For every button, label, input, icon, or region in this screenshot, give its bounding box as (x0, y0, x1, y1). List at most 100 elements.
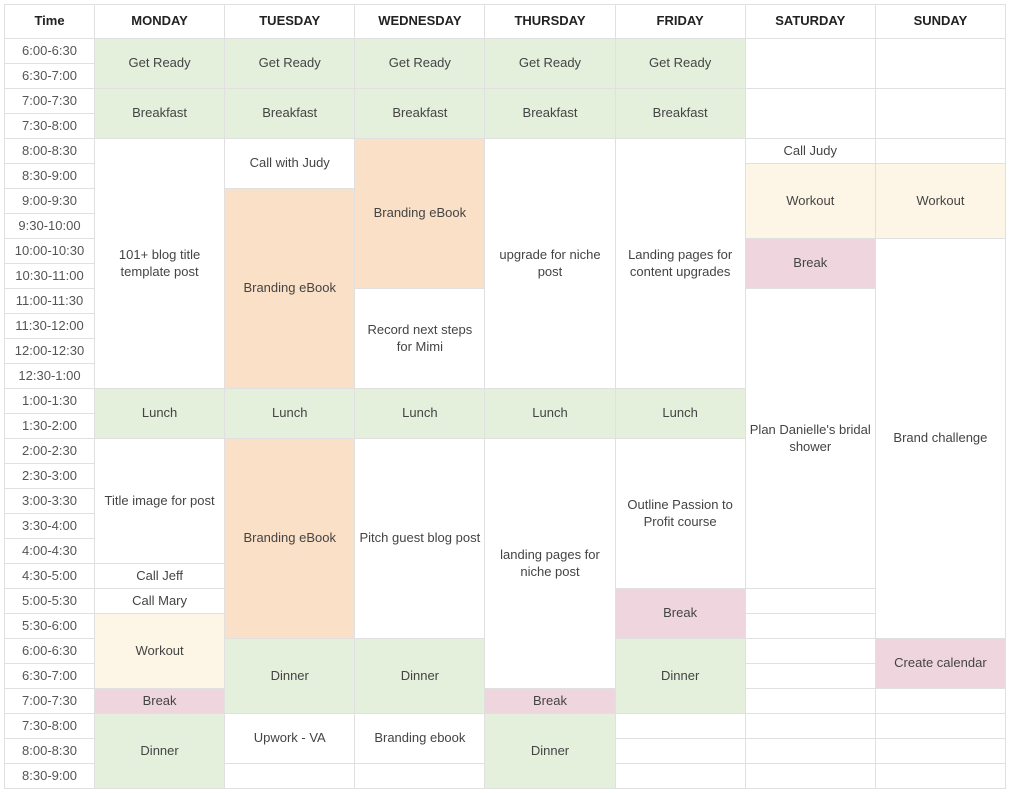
schedule-block: Branding ebook (355, 714, 485, 764)
schedule-block: Workout (95, 614, 225, 689)
schedule-block: Pitch guest blog post (355, 439, 485, 639)
schedule-block: Title image for post (95, 439, 225, 564)
schedule-block (746, 764, 876, 789)
schedule-block: Workout (876, 164, 1006, 239)
schedule-block: Breakfast (225, 89, 355, 139)
schedule-block (616, 739, 746, 764)
schedule-block: Create calendar (876, 639, 1006, 689)
time-slot: 11:00-11:30 (5, 289, 95, 314)
schedule-block: Lunch (485, 389, 615, 439)
schedule-block (876, 689, 1006, 714)
weekly-schedule-grid: TimeMONDAYTUESDAYWEDNESDAYTHURSDAYFRIDAY… (4, 4, 1006, 789)
time-slot: 5:00-5:30 (5, 589, 95, 614)
time-slot: 7:00-7:30 (5, 689, 95, 714)
schedule-block: Breakfast (616, 89, 746, 139)
schedule-block (746, 589, 876, 614)
time-slot: 7:30-8:00 (5, 114, 95, 139)
time-slot: 10:30-11:00 (5, 264, 95, 289)
schedule-block: Lunch (95, 389, 225, 439)
schedule-block: landing pages for niche post (485, 439, 615, 689)
time-slot: 9:00-9:30 (5, 189, 95, 214)
time-slot: 9:30-10:00 (5, 214, 95, 239)
schedule-block: Lunch (225, 389, 355, 439)
time-slot: 12:30-1:00 (5, 364, 95, 389)
time-slot: 11:30-12:00 (5, 314, 95, 339)
schedule-block: Lunch (616, 389, 746, 439)
time-slot: 4:00-4:30 (5, 539, 95, 564)
schedule-block: Breakfast (485, 89, 615, 139)
schedule-block: 101+ blog title template post (95, 139, 225, 389)
schedule-block: Get Ready (225, 39, 355, 89)
schedule-block: Upwork - VA (225, 714, 355, 764)
time-slot: 10:00-10:30 (5, 239, 95, 264)
time-slot: 8:30-9:00 (5, 764, 95, 789)
schedule-block: upgrade for niche post (485, 139, 615, 389)
schedule-block: Branding eBook (225, 189, 355, 389)
header-day: TUESDAY (225, 5, 355, 39)
schedule-block (746, 739, 876, 764)
time-slot: 3:30-4:00 (5, 514, 95, 539)
header-day: MONDAY (95, 5, 225, 39)
schedule-block: Plan Danielle's bridal shower (746, 289, 876, 589)
time-slot: 12:00-12:30 (5, 339, 95, 364)
schedule-block: Get Ready (616, 39, 746, 89)
time-slot: 5:30-6:00 (5, 614, 95, 639)
schedule-block (876, 139, 1006, 164)
schedule-block: Break (746, 239, 876, 289)
schedule-block: Dinner (95, 714, 225, 789)
schedule-block: Landing pages for content upgrades (616, 139, 746, 389)
header-day: FRIDAY (616, 5, 746, 39)
schedule-block (876, 739, 1006, 764)
schedule-block: Call Mary (95, 589, 225, 614)
schedule-block: Break (485, 689, 615, 714)
schedule-block: Call Judy (746, 139, 876, 164)
schedule-block: Lunch (355, 389, 485, 439)
schedule-block: Dinner (485, 714, 615, 789)
schedule-block (355, 764, 485, 789)
schedule-block: Branding eBook (225, 439, 355, 639)
schedule-block: Branding eBook (355, 139, 485, 289)
schedule-block (746, 89, 876, 139)
schedule-block (746, 664, 876, 689)
schedule-block (616, 764, 746, 789)
schedule-block: Break (95, 689, 225, 714)
time-slot: 8:30-9:00 (5, 164, 95, 189)
time-slot: 1:00-1:30 (5, 389, 95, 414)
time-slot: 6:00-6:30 (5, 39, 95, 64)
schedule-block (746, 39, 876, 89)
schedule-block: Breakfast (355, 89, 485, 139)
header-day: THURSDAY (485, 5, 615, 39)
header-day: SATURDAY (746, 5, 876, 39)
time-slot: 7:00-7:30 (5, 89, 95, 114)
schedule-block (876, 39, 1006, 89)
schedule-block: Dinner (225, 639, 355, 714)
schedule-block (225, 764, 355, 789)
schedule-block (746, 614, 876, 639)
time-slot: 6:00-6:30 (5, 639, 95, 664)
schedule-block: Dinner (355, 639, 485, 714)
schedule-block (876, 89, 1006, 139)
schedule-block (616, 714, 746, 739)
schedule-block: Break (616, 589, 746, 639)
time-slot: 6:30-7:00 (5, 664, 95, 689)
schedule-block: Brand challenge (876, 239, 1006, 639)
schedule-block (746, 714, 876, 739)
schedule-block: Breakfast (95, 89, 225, 139)
time-slot: 8:00-8:30 (5, 739, 95, 764)
time-slot: 7:30-8:00 (5, 714, 95, 739)
time-slot: 8:00-8:30 (5, 139, 95, 164)
schedule-block: Outline Passion to Profit course (616, 439, 746, 589)
time-slot: 6:30-7:00 (5, 64, 95, 89)
time-slot: 4:30-5:00 (5, 564, 95, 589)
schedule-block: Record next steps for Mimi (355, 289, 485, 389)
header-day: WEDNESDAY (355, 5, 485, 39)
schedule-block: Get Ready (485, 39, 615, 89)
time-slot: 2:30-3:00 (5, 464, 95, 489)
time-slot: 3:00-3:30 (5, 489, 95, 514)
schedule-block: Get Ready (95, 39, 225, 89)
time-slot: 2:00-2:30 (5, 439, 95, 464)
schedule-block: Workout (746, 164, 876, 239)
schedule-block: Call with Judy (225, 139, 355, 189)
schedule-block: Get Ready (355, 39, 485, 89)
schedule-block (746, 639, 876, 664)
